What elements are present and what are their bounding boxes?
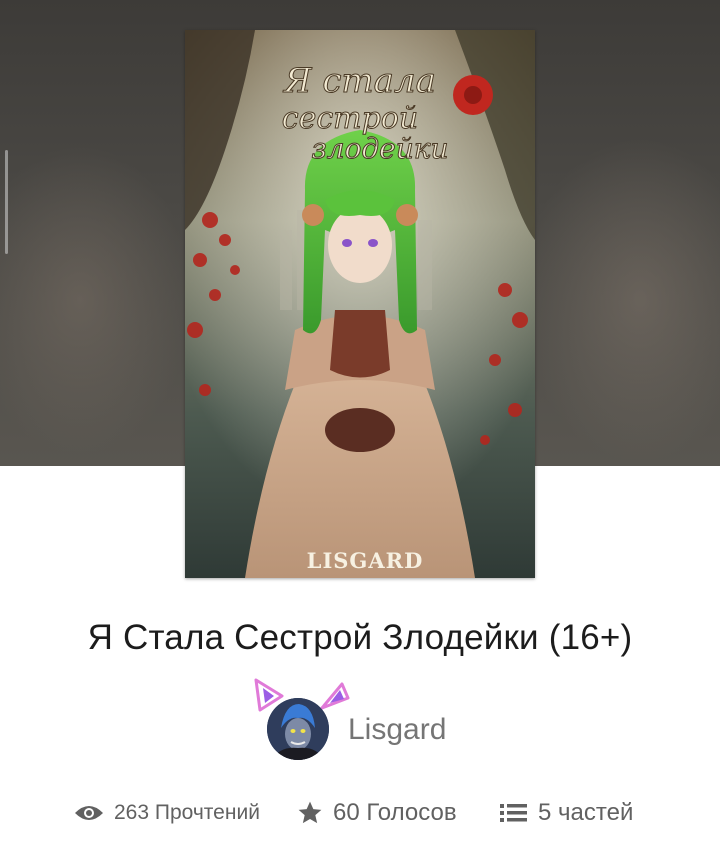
cover-illustration: Я стала сестрой злодейки LISGARD — [185, 30, 535, 578]
story-title: Я Стала Сестрой Злодейки (16+) — [87, 618, 633, 657]
eye-icon — [74, 803, 104, 823]
votes-stat: 60 Голосов — [297, 790, 457, 836]
story-stats: 263 Прочтений 60 Голосов 5 частей — [0, 790, 720, 836]
reads-count: 263 Прочтений — [114, 801, 260, 824]
parts-stat: 5 частей — [500, 790, 633, 836]
cover-title-line3: злодейки — [311, 132, 448, 165]
star-icon — [297, 800, 323, 826]
author-row[interactable]: Lisgard — [252, 676, 512, 766]
parts-count: 5 частей — [538, 799, 634, 826]
author-avatar[interactable] — [267, 698, 329, 760]
cover-title-line2: сестрой — [282, 101, 418, 136]
scroll-indicator[interactable] — [5, 150, 8, 254]
avatar-image — [267, 698, 329, 760]
book-cover[interactable]: Я стала сестрой злодейки LISGARD — [185, 30, 535, 578]
author-name[interactable]: Lisgard — [348, 713, 446, 747]
list-icon — [500, 802, 528, 824]
reads-stat: 263 Прочтений — [74, 790, 260, 836]
cover-title-line1: Я стала — [282, 61, 436, 101]
cover-author-mark: LISGARD — [307, 548, 424, 573]
votes-count: 60 Голосов — [333, 799, 457, 826]
